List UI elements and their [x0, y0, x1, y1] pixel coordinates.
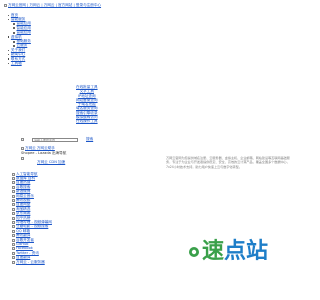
link-image-icon: [12, 256, 15, 260]
link-image-icon: [12, 242, 15, 246]
link-image-icon: [12, 247, 15, 251]
search-bar: 搜索: [21, 137, 93, 142]
link-image-icon: [12, 181, 15, 185]
friend-link-item[interactable]: 万网云 - 云服务器: [12, 260, 52, 264]
bullet-icon: [13, 22, 15, 25]
bullet-icon: [13, 27, 15, 30]
link-image-icon: [12, 238, 15, 242]
link-image-icon: [12, 190, 15, 194]
ad-link[interactable]: 万网云 CDN 加速: [37, 160, 65, 165]
bullet-icon: [8, 14, 10, 16]
site-image-icon: [21, 147, 24, 150]
brand-logo-mark: [189, 247, 199, 257]
link-image-icon: [12, 207, 15, 211]
link-image-icon: [12, 225, 15, 229]
link-image-icon: [12, 199, 15, 203]
page-header: 万网云官网 | 万网云 | 万网云 | 官方网站 | 登录与注册中心: [4, 3, 101, 8]
link-image-icon: [12, 172, 15, 176]
bullet-icon: [8, 18, 10, 21]
site-image-row: [21, 156, 24, 161]
link-image-icon: [12, 185, 15, 189]
brand-logo-char: 速: [202, 238, 224, 264]
header-title-link[interactable]: 万网云官网 | 万网云 | 万网云 | 官方网站 | 登录与注册中心: [8, 3, 101, 8]
search-input[interactable]: [32, 137, 78, 142]
main-nav: 首页 智能服务 智能应用 智能应用 智能应用 虚拟机 基础服务 云服务 关于我们 新闻中心 联系方式…: [8, 13, 31, 66]
link-image-icon: [12, 234, 15, 238]
site-sub-caption: Shopee - Lazada 出海导航: [21, 151, 67, 155]
banner-image-icon: [21, 156, 24, 160]
bullet-icon: [8, 49, 10, 52]
friend-links: 人工智能导航 数据库 百科 百度热搜 谷歌搜索 新浪微博 网易云音乐 腾讯视频 百度网盘 淘宝精…: [12, 172, 52, 264]
bullet-icon: [13, 40, 15, 43]
site-description: 万网云官网为您提供域名注册、云服务器、虚拟主机、企业邮箱、网站建设等互联网基础服…: [166, 156, 290, 169]
bullet-icon: [13, 44, 15, 47]
bullet-icon: [13, 31, 15, 34]
friend-link-label[interactable]: 万网云 - 云服务器: [16, 260, 45, 265]
brand-logo-text: 速点站: [202, 238, 268, 264]
bullet-icon: [8, 36, 10, 38]
brand-logo: 速点站: [189, 238, 268, 264]
bullet-icon: [8, 54, 10, 56]
link-image-icon: [12, 194, 15, 198]
bullet-icon: [8, 58, 10, 60]
link-image-icon: [12, 229, 15, 233]
bullet-icon: [8, 62, 10, 65]
nav-item[interactable]: 工具箱: [8, 61, 31, 65]
link-image-icon: [12, 177, 15, 181]
brand-logo-char: 站: [246, 239, 268, 264]
search-image-icon: [21, 138, 24, 141]
brand-logo-char: 点: [224, 238, 246, 264]
tool-link[interactable]: 在线操作工具: [76, 119, 98, 123]
nav-item-label[interactable]: 工具箱: [11, 61, 22, 66]
link-image-icon: [12, 260, 15, 264]
link-image-icon: [12, 220, 15, 224]
search-button[interactable]: 搜索: [86, 137, 93, 142]
link-image-icon: [12, 212, 15, 216]
link-image-icon: [12, 203, 15, 207]
link-image-icon: [12, 216, 15, 220]
logo-image-icon: [4, 4, 7, 7]
link-image-icon: [12, 251, 15, 255]
tools-list: 在线批量工具 文字工具 IP地址查询 网站备案查询 子域名挖掘 域名服务查询 搜索引擎收录模…: [76, 85, 98, 124]
